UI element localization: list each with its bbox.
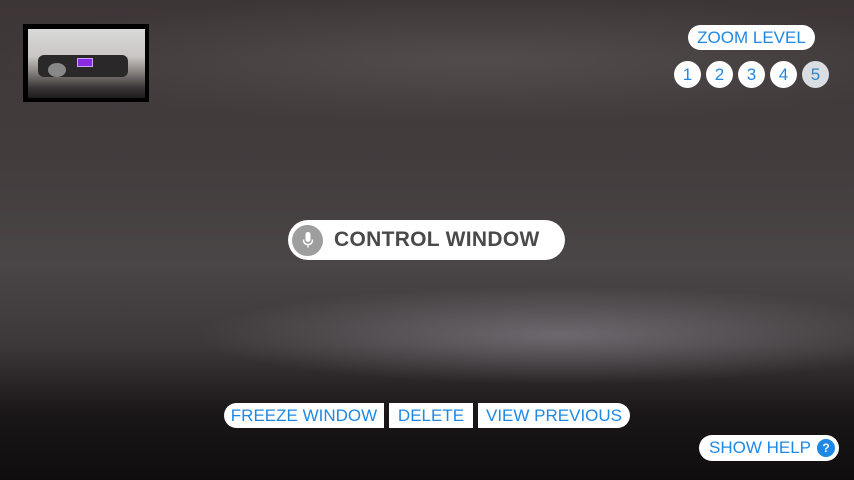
- zoom-level-label: ZOOM LEVEL: [688, 25, 815, 50]
- minimap-thumbnail: [28, 29, 145, 98]
- control-window-label: CONTROL WINDOW: [334, 228, 540, 251]
- minimap-object-2: [48, 63, 66, 77]
- minimap[interactable]: [23, 24, 149, 102]
- show-help-button[interactable]: SHOW HELP ?: [699, 435, 839, 461]
- zoom-level-5-button[interactable]: 5: [802, 61, 829, 88]
- view-previous-button[interactable]: VIEW PREVIOUS: [478, 403, 630, 428]
- zoom-level-4-button[interactable]: 4: [770, 61, 797, 88]
- minimap-viewport-marker[interactable]: [77, 58, 93, 67]
- zoom-level-3-button[interactable]: 3: [738, 61, 765, 88]
- freeze-window-button[interactable]: FREEZE WINDOW: [224, 403, 384, 428]
- microphone-icon: [292, 224, 323, 256]
- show-help-label: SHOW HELP: [709, 438, 812, 457]
- help-icon: ?: [817, 439, 835, 457]
- zoom-level-2-button[interactable]: 2: [706, 61, 733, 88]
- zoom-level-1-button[interactable]: 1: [674, 61, 701, 88]
- control-window-button[interactable]: CONTROL WINDOW: [288, 220, 565, 260]
- delete-button[interactable]: DELETE: [389, 403, 473, 428]
